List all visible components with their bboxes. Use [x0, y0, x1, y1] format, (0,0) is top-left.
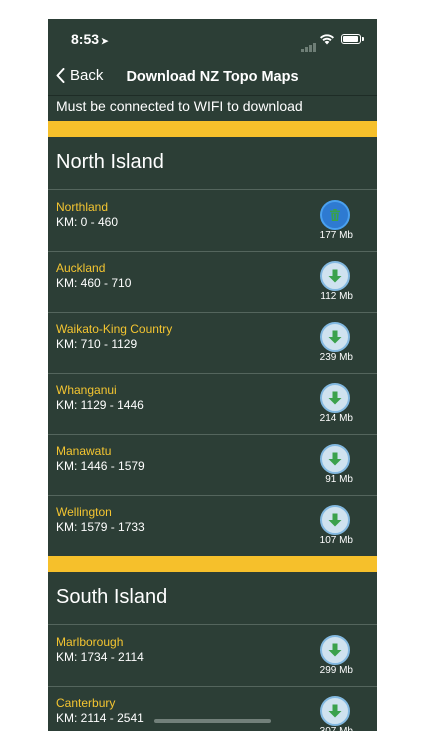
region-name: Manawatu [56, 444, 112, 458]
wifi-notice-text: Must be connected to WIFI to download [56, 98, 303, 114]
region-name: Auckland [56, 261, 106, 275]
navigation-bar: Back Download NZ Topo Maps [48, 59, 377, 95]
battery-icon [341, 34, 364, 44]
download-arrow-icon [327, 642, 343, 658]
delete-button[interactable] [320, 200, 350, 230]
region-km-range: KM: 1129 - 1446 [56, 398, 144, 412]
download-arrow-icon [327, 268, 343, 284]
section-title: North Island [56, 151, 164, 173]
region-name: Waikato-King Country [56, 322, 173, 336]
region-name: Marlborough [56, 635, 124, 649]
region-name: Whanganui [56, 383, 117, 397]
region-km-range: KM: 0 - 460 [56, 215, 119, 229]
download-arrow-icon [327, 451, 343, 467]
download-arrow-icon [327, 703, 343, 719]
file-size: 214 Mb [319, 413, 353, 424]
file-size: 177 Mb [319, 230, 353, 241]
region-row[interactable]: Auckland KM: 460 - 710 112 Mb [48, 251, 377, 313]
region-km-range: KM: 1734 - 2114 [56, 650, 144, 664]
region-name: Northland [56, 200, 109, 214]
region-km-range: KM: 1446 - 1579 [56, 459, 145, 473]
phone-screen: 8:53 ➤ Back Download NZ Topo Maps Must be… [48, 19, 377, 731]
file-size: 299 Mb [319, 665, 353, 676]
status-time-text: 8:53 [71, 31, 100, 47]
cellular-signal-icon [301, 34, 317, 52]
region-km-range: KM: 2114 - 2541 [56, 711, 144, 725]
download-arrow-icon [327, 329, 343, 345]
section-divider [48, 556, 377, 572]
page-title: Download NZ Topo Maps [126, 69, 299, 85]
region-name: Canterbury [56, 696, 116, 710]
download-button[interactable] [320, 696, 350, 726]
location-arrow-icon: ➤ [101, 36, 109, 46]
status-time: 8:53 ➤ [71, 31, 109, 47]
home-indicator[interactable] [154, 719, 271, 723]
region-row[interactable]: Manawatu KM: 1446 - 1579 91 Mb [48, 434, 377, 496]
region-row[interactable]: CanterburyKM: 2114 - 2541 307 Mb [48, 686, 377, 731]
wifi-icon [319, 32, 335, 50]
region-row[interactable]: Whanganui KM: 1129 - 1446 214 Mb [48, 373, 377, 435]
trash-icon [328, 208, 342, 222]
wifi-notice: Must be connected to WIFI to download [48, 95, 377, 122]
region-row[interactable]: Northland KM: 0 - 460 177 Mb [48, 190, 377, 252]
download-button[interactable] [320, 444, 350, 474]
download-button[interactable] [320, 261, 350, 291]
region-row[interactable]: Marlborough KM: 1734 - 2114 299 Mb [48, 625, 377, 687]
region-km-range: KM: 1579 - 1733 [56, 520, 145, 534]
download-button[interactable] [320, 383, 350, 413]
file-size: 307 Mb [320, 726, 353, 731]
section-title: South Island [56, 586, 168, 608]
region-km-range: KM: 710 - 1129 [56, 337, 138, 351]
file-size: 112 Mb [320, 291, 353, 302]
section-divider [48, 121, 377, 137]
region-row[interactable]: Waikato-King Country KM: 710 - 1129 239 Mb [48, 312, 377, 374]
download-button[interactable] [320, 505, 350, 535]
download-arrow-icon [327, 512, 343, 528]
section-header: South Island [48, 572, 377, 625]
status-bar: 8:53 ➤ [48, 19, 377, 59]
download-button[interactable] [320, 322, 350, 352]
download-button[interactable] [320, 635, 350, 665]
file-size: 91 Mb [325, 474, 353, 485]
region-name: Wellington [56, 505, 112, 519]
section-header: North Island [48, 137, 377, 190]
file-size: 107 Mb [319, 535, 353, 546]
download-arrow-icon [327, 390, 343, 406]
file-size: 239 Mb [319, 352, 353, 363]
region-km-range: KM: 460 - 710 [56, 276, 132, 290]
region-row[interactable]: Wellington KM: 1579 - 1733 107 Mb [48, 495, 377, 557]
